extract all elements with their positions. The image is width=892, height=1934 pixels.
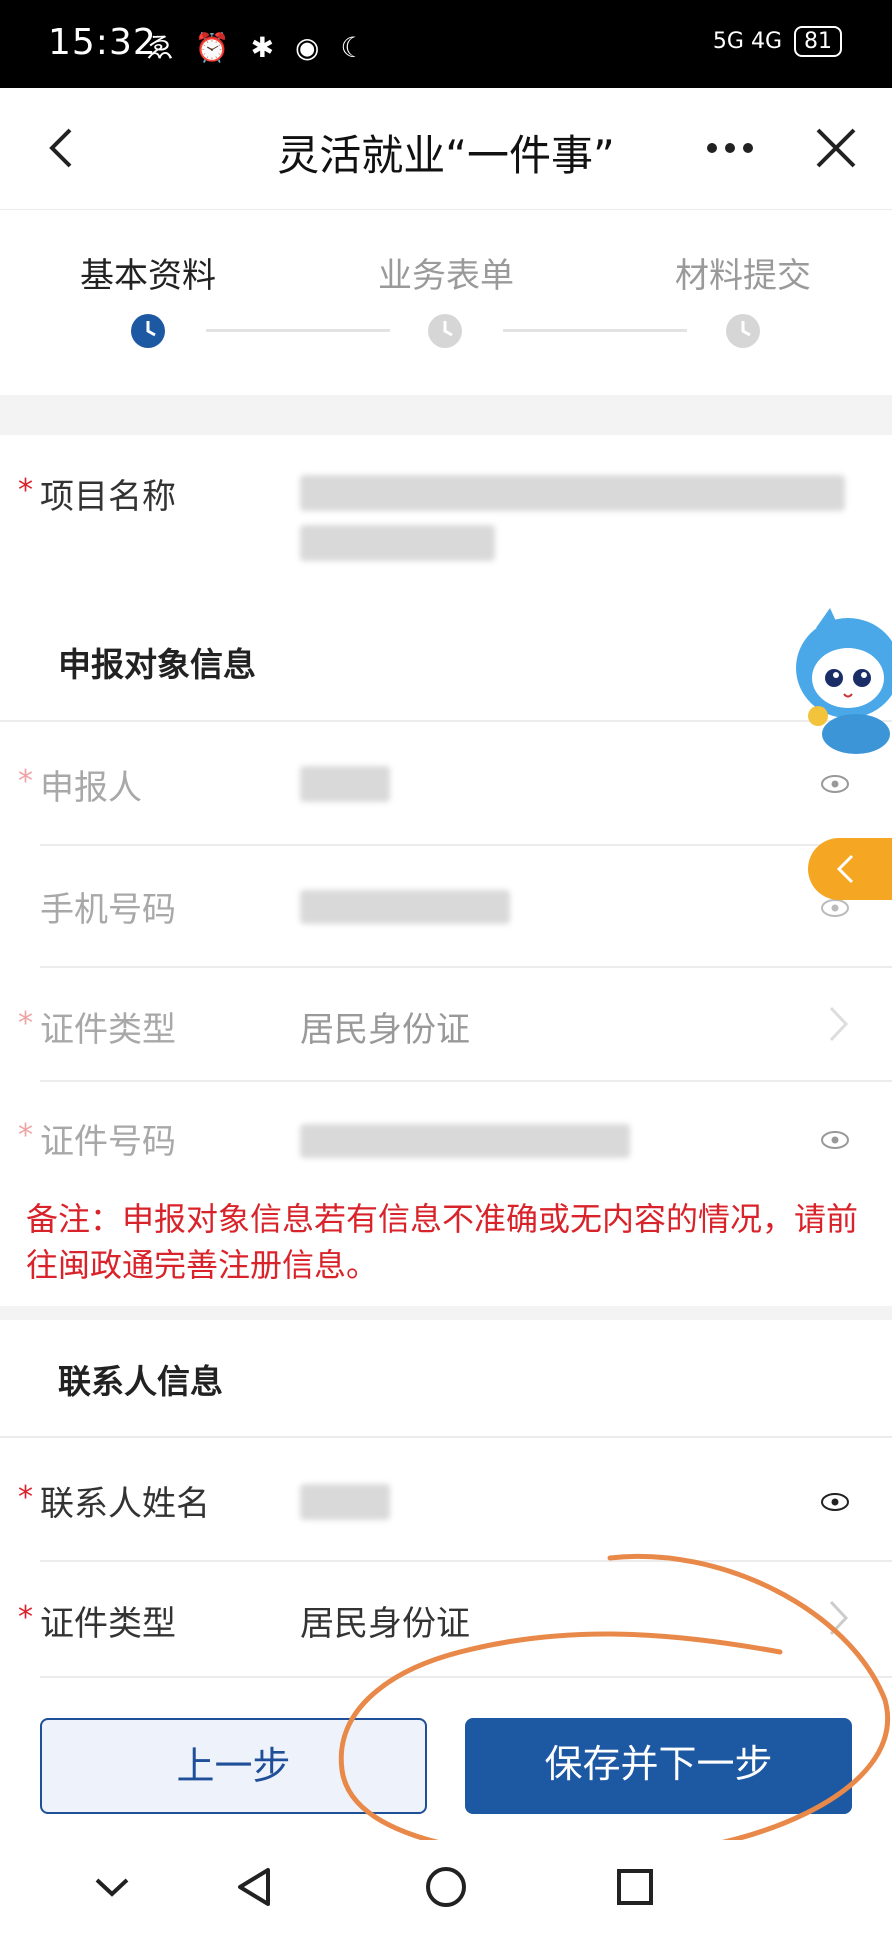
eye-icon[interactable] — [820, 774, 850, 794]
status-bar: 15:32 ゑ ⏰ ✱ ◉ ☾ 5G 4G 81 — [0, 0, 892, 88]
chevron-right-icon — [829, 1006, 849, 1042]
redacted-value — [300, 1484, 390, 1520]
id-number-row: * 证件号码 — [0, 1082, 892, 1192]
id-type-value: 居民身份证 — [300, 1010, 470, 1050]
divider — [0, 1306, 892, 1320]
chevron-left-icon — [836, 854, 854, 884]
nav-down-icon[interactable] — [87, 1862, 137, 1912]
system-nav-bar — [0, 1840, 892, 1934]
section-title-contact: 联系人信息 — [58, 1362, 223, 1401]
redacted-value — [300, 766, 390, 802]
close-icon[interactable] — [806, 118, 866, 178]
redacted-value — [300, 1124, 630, 1158]
step-label-3[interactable]: 材料提交 — [643, 248, 843, 297]
status-time: 15:32 — [48, 22, 157, 63]
nav-home-icon[interactable] — [421, 1862, 471, 1912]
required-mark: * — [18, 1480, 33, 1515]
id-number-label: 证件号码 — [40, 1122, 176, 1162]
nav-recents-icon[interactable] — [610, 1862, 660, 1912]
redacted-value — [300, 525, 495, 561]
project-name-row: * 项目名称 — [0, 435, 892, 610]
applicant-row: * 申报人 — [0, 722, 892, 844]
eye-icon[interactable] — [820, 1130, 850, 1150]
step-label-2[interactable]: 业务表单 — [346, 248, 546, 297]
clock-icon — [131, 314, 165, 348]
step-connector — [503, 329, 687, 332]
clock-icon — [726, 314, 760, 348]
contact-id-type-label: 证件类型 — [40, 1604, 176, 1644]
applicant-note: 备注：申报对象信息若有信息不准确或无内容的情况，请前往闽政通完善注册信息。 — [26, 1200, 859, 1284]
contact-id-type-value: 居民身份证 — [300, 1604, 470, 1644]
redacted-value — [300, 890, 510, 924]
chevron-right-icon — [829, 1600, 849, 1636]
step-indicator: 基本资料 业务表单 材料提交 — [0, 210, 892, 395]
required-mark: * — [18, 1006, 33, 1041]
id-type-row[interactable]: * 证件类型 居民身份证 — [0, 968, 892, 1080]
required-mark: * — [18, 1600, 33, 1635]
more-icon[interactable] — [700, 118, 760, 178]
contact-name-row: * 联系人姓名 — [0, 1438, 892, 1560]
id-type-label: 证件类型 — [40, 1010, 176, 1050]
battery-indicator: 81 — [794, 26, 842, 57]
contact-name-label: 联系人姓名 — [40, 1484, 210, 1524]
contact-id-type-row[interactable]: * 证件类型 居民身份证 — [0, 1562, 892, 1674]
status-left-icons: ゑ ⏰ ✱ ◉ ☾ — [146, 31, 372, 64]
title-bar: 灵活就业“一件事” — [0, 88, 892, 210]
divider — [0, 395, 892, 435]
eye-icon[interactable] — [820, 898, 850, 918]
network-label: 5G 4G — [712, 29, 782, 54]
applicant-label: 申报人 — [40, 768, 142, 808]
status-right: 5G 4G 81 — [713, 26, 842, 57]
previous-step-button[interactable]: 上一步 — [40, 1718, 427, 1814]
save-and-next-button[interactable]: 保存并下一步 — [465, 1718, 852, 1814]
assistant-mascot-icon[interactable] — [786, 606, 892, 756]
clock-icon — [428, 314, 462, 348]
redacted-value — [300, 475, 845, 511]
floating-panel-toggle[interactable] — [808, 838, 892, 900]
required-mark: * — [18, 473, 33, 508]
phone-row: 手机号码 — [0, 846, 892, 966]
eye-icon[interactable] — [820, 1492, 850, 1512]
required-mark: * — [18, 1118, 33, 1153]
step-connector — [206, 329, 390, 332]
nav-back-icon[interactable] — [230, 1862, 280, 1912]
step-label-1[interactable]: 基本资料 — [48, 248, 248, 297]
phone-label: 手机号码 — [40, 890, 176, 930]
section-title-applicant: 申报对象信息 — [58, 645, 256, 684]
required-mark: * — [18, 764, 33, 799]
project-name-label: 项目名称 — [40, 477, 176, 517]
divider — [40, 1676, 892, 1678]
